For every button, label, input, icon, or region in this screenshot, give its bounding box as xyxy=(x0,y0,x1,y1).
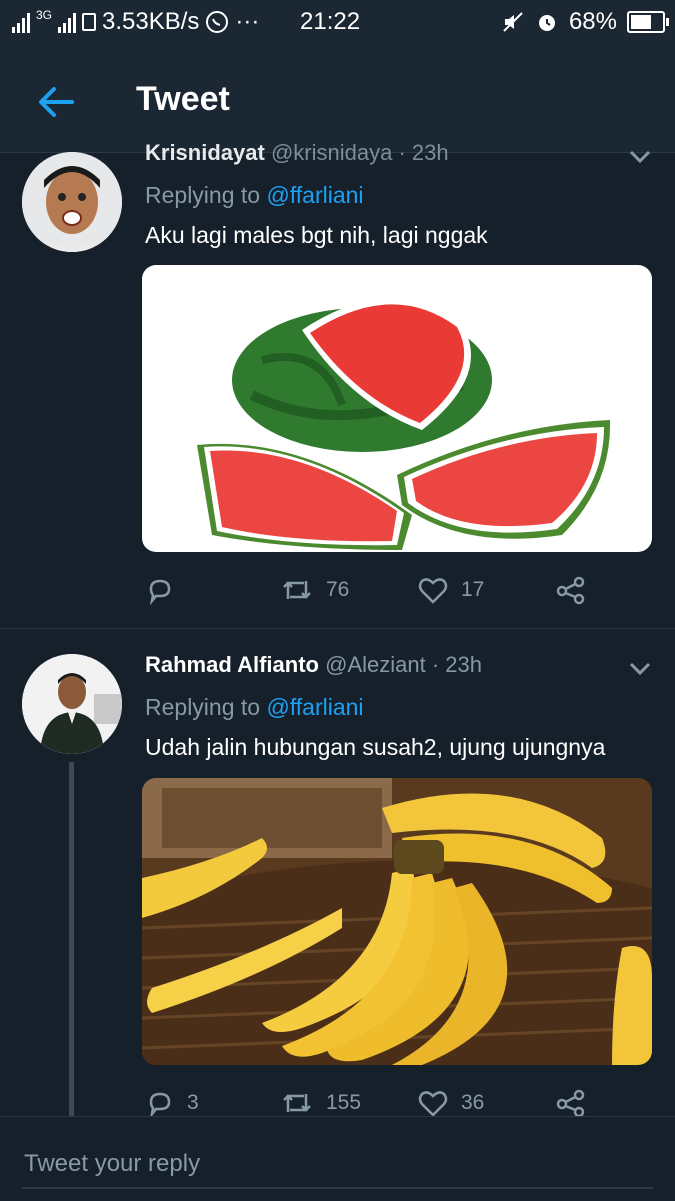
heart-icon xyxy=(418,578,448,604)
replying-to: Replying to @ffarliani xyxy=(145,182,364,209)
network-speed: 3.53KB/s xyxy=(102,8,200,35)
reply-composer xyxy=(0,1116,675,1201)
reply-icon xyxy=(149,579,171,605)
like-count: 36 xyxy=(461,1091,485,1114)
signal-2-icon xyxy=(58,11,77,33)
page-title: Tweet xyxy=(136,80,230,118)
clock: 21:22 xyxy=(300,8,361,35)
retweet-button[interactable]: 155 xyxy=(280,1088,361,1118)
reply-icon xyxy=(149,1092,171,1118)
share-icon xyxy=(556,1089,585,1118)
avatar[interactable] xyxy=(22,654,122,754)
tweet-author-line: Rahmad Alfianto @Aleziant · 23h xyxy=(145,652,482,678)
back-arrow-icon[interactable] xyxy=(34,80,78,124)
author-name[interactable]: Krisnidayat xyxy=(145,140,265,165)
reply-button[interactable] xyxy=(145,575,187,605)
like-count: 17 xyxy=(461,578,485,601)
tweet-time: · 23h xyxy=(398,140,449,165)
retweet-count: 76 xyxy=(326,578,350,601)
avatar-image xyxy=(22,152,122,252)
retweet-count: 155 xyxy=(326,1091,362,1114)
more-notifications: ··· xyxy=(235,8,260,35)
status-bar: 3G 3.53KB/s ··· 21:22 68% xyxy=(0,0,675,48)
replying-label: Replying to xyxy=(145,182,261,208)
mute-icon xyxy=(503,12,523,32)
share-button[interactable] xyxy=(555,1088,587,1118)
sim-icon xyxy=(82,13,97,31)
author-handle[interactable]: @krisnidaya xyxy=(271,140,392,165)
tweet-text: Aku lagi males bgt nih, lagi nggak xyxy=(145,222,488,248)
tweet-actions: 76 17 xyxy=(145,575,595,609)
share-icon xyxy=(556,576,585,605)
author-name[interactable]: Rahmad Alfianto xyxy=(145,652,319,677)
mention-link[interactable]: @ffarliani xyxy=(266,694,363,720)
reply-count: 3 xyxy=(187,1091,199,1114)
author-handle[interactable]: @Aleziant xyxy=(325,652,426,677)
reply-input[interactable] xyxy=(22,1143,626,1185)
chevron-down-icon[interactable] xyxy=(629,662,651,676)
battery-percent: 68% xyxy=(568,8,617,35)
replying-label: Replying to xyxy=(145,694,261,720)
replying-to: Replying to @ffarliani xyxy=(145,694,364,721)
bananas-image xyxy=(142,778,652,1065)
retweet-icon xyxy=(283,1094,311,1112)
tweet-text: Udah jalin hubungan susah2, ujung ujungn… xyxy=(145,734,606,760)
status-right: 68% xyxy=(501,8,669,36)
reply-button[interactable]: 3 xyxy=(145,1088,199,1118)
battery-icon xyxy=(627,11,669,33)
like-button[interactable]: 36 xyxy=(417,1088,484,1118)
network-type-label: 3G xyxy=(36,8,53,22)
thread-line xyxy=(69,762,74,1116)
tweet-time: · 23h xyxy=(431,652,482,677)
avatar-image xyxy=(22,654,122,754)
tweet-divider xyxy=(0,628,675,629)
app-header: Tweet xyxy=(0,48,675,153)
signal-icon xyxy=(12,11,30,33)
retweet-icon xyxy=(283,581,311,599)
reply-underline xyxy=(22,1187,653,1189)
tweet-media[interactable] xyxy=(142,778,652,1065)
retweet-button[interactable]: 76 xyxy=(280,575,349,605)
status-left: 3G 3.53KB/s ··· xyxy=(12,8,259,36)
alarm-icon xyxy=(538,15,555,31)
mention-link[interactable]: @ffarliani xyxy=(266,182,363,208)
tweet-media[interactable] xyxy=(142,265,652,552)
like-button[interactable]: 17 xyxy=(417,575,484,605)
whatsapp-icon xyxy=(206,11,229,33)
share-button[interactable] xyxy=(555,575,587,605)
tweet-card[interactable]: Krisnidayat @krisnidaya · 23h Replying t… xyxy=(0,140,675,627)
chevron-down-icon[interactable] xyxy=(629,150,651,164)
tweet-card[interactable]: Rahmad Alfianto @Aleziant · 23h Replying… xyxy=(0,630,675,1118)
heart-icon xyxy=(418,1091,448,1117)
tweet-author-line: Krisnidayat @krisnidaya · 23h xyxy=(145,140,449,166)
watermelon-image xyxy=(197,298,611,550)
avatar[interactable] xyxy=(22,152,122,252)
